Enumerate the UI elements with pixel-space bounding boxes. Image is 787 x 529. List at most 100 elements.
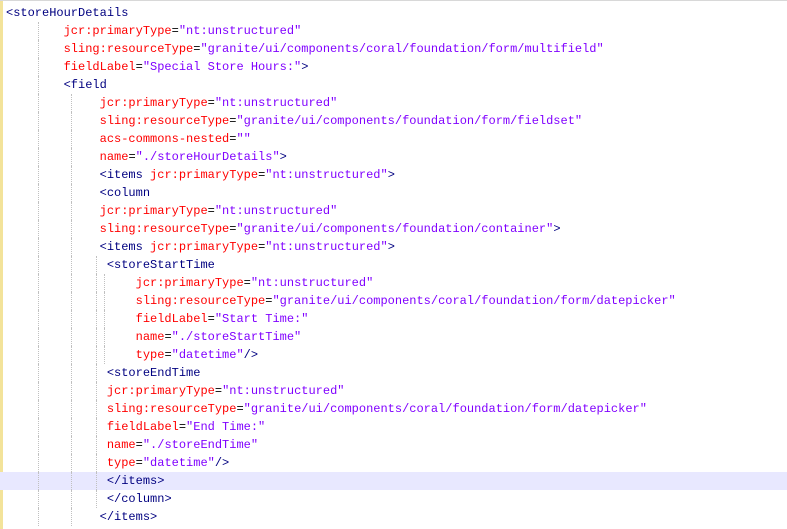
xml-tag-close: > [387,168,395,182]
code-line[interactable]: jcr:primaryType="nt:unstructured" [0,22,787,40]
code-line[interactable]: sling:resourceType="granite/ui/component… [0,112,787,130]
code-line[interactable]: jcr:primaryType="nt:unstructured" [0,382,787,400]
code-line[interactable]: </column> [0,490,787,508]
indent-guide [71,472,72,490]
indent-guide [104,292,105,310]
code-line[interactable]: <storeHourDetails [0,4,787,22]
xml-attribute-value: "Start Time:" [214,312,309,326]
xml-attribute-name: jcr:primaryType [106,384,215,398]
indent-guide [71,292,72,310]
code-line[interactable]: <column [0,184,787,202]
xml-attribute-name: name [135,330,165,344]
indent-guide [71,202,72,220]
code-line[interactable]: sling:resourceType="granite/ui/component… [0,292,787,310]
code-line[interactable]: name="./storeEndTime" [0,436,787,454]
code-line[interactable]: jcr:primaryType="nt:unstructured" [0,94,787,112]
code-line[interactable]: <field [0,76,787,94]
xml-attribute-name: type [106,456,136,470]
indent-guide [71,130,72,148]
code-line[interactable]: fieldLabel="End Time:" [0,418,787,436]
xml-attribute-value: "nt:unstructured" [214,204,338,218]
indent-guide [96,346,97,364]
code-line[interactable]: fieldLabel="Start Time:" [0,310,787,328]
indent-guide [38,364,39,382]
indent-guide [38,310,39,328]
equals-sign: = [214,384,223,398]
code-line[interactable]: <items jcr:primaryType="nt:unstructured"… [0,166,787,184]
indent-guide [38,22,39,40]
code-line[interactable]: name="./storeHourDetails"> [0,148,787,166]
xml-tag: </column> [106,492,172,506]
xml-attribute-value: "./storeHourDetails" [135,150,280,164]
indent-guide [38,256,39,274]
indent-guide [96,400,97,418]
code-line[interactable]: acs-commons-nested="" [0,130,787,148]
xml-attribute-value: "nt:unstructured" [178,24,302,38]
code-line[interactable]: sling:resourceType="granite/ui/component… [0,400,787,418]
xml-attribute-name: jcr:primaryType [135,276,244,290]
code-line[interactable]: type="datetime"/> [0,346,787,364]
code-line[interactable]: jcr:primaryType="nt:unstructured" [0,274,787,292]
indent-guide [71,400,72,418]
code-line[interactable]: <storeEndTime [0,364,787,382]
indent-guide [38,400,39,418]
indent-guide [38,472,39,490]
indent-guide [71,454,72,472]
xml-tag: <storeStartTime [106,258,215,272]
equals-sign: = [171,24,179,38]
equals-sign: = [135,60,143,74]
code-line[interactable]: name="./storeStartTime" [0,328,787,346]
code-line[interactable]: jcr:primaryType="nt:unstructured" [0,202,787,220]
xml-attribute-value: "granite/ui/components/coral/foundation/… [243,402,647,416]
code-line[interactable]: </items> [0,508,787,526]
xml-tag: </items> [99,510,158,524]
code-line[interactable]: sling:resourceType="granite/ui/component… [0,220,787,238]
indent-guide [38,436,39,454]
indent-guide [38,166,39,184]
indent-guide [104,310,105,328]
xml-attribute-name: name [99,150,129,164]
code-line[interactable]: fieldLabel="Special Store Hours:"> [0,58,787,76]
xml-tag-close: > [279,150,287,164]
indent-guide [71,382,72,400]
indent-guide [71,94,72,112]
code-line[interactable]: <items jcr:primaryType="nt:unstructured"… [0,238,787,256]
code-editor[interactable]: <storeHourDetails jcr:primaryType="nt:un… [0,0,787,529]
xml-attribute-value: "granite/ui/components/coral/foundation/… [200,42,604,56]
indent-guide [71,310,72,328]
indent-guide [71,166,72,184]
xml-attribute-name: jcr:primaryType [99,204,208,218]
equals-sign: = [128,150,136,164]
code-line[interactable]: <storeStartTime [0,256,787,274]
indent-guide [71,418,72,436]
code-area[interactable]: <storeHourDetails jcr:primaryType="nt:un… [0,4,787,526]
xml-tag: <field [63,78,107,92]
indent-guide [96,310,97,328]
indent-guide [38,148,39,166]
xml-attribute-name: fieldLabel [135,312,208,326]
indent-guide [38,346,39,364]
indent-guide [104,274,105,292]
xml-attribute-name: fieldLabel [106,420,179,434]
code-line[interactable]: type="datetime"/> [0,454,787,472]
indent-guide [71,490,72,508]
indent-guide [71,112,72,130]
code-line[interactable]: sling:resourceType="granite/ui/component… [0,40,787,58]
xml-tag: <items [99,240,151,254]
xml-attribute-name: type [135,348,165,362]
indent-guide [71,274,72,292]
indent-guide [38,58,39,76]
code-line[interactable]: </items> [0,472,787,490]
xml-attribute-value: "Special Store Hours:" [142,60,302,74]
